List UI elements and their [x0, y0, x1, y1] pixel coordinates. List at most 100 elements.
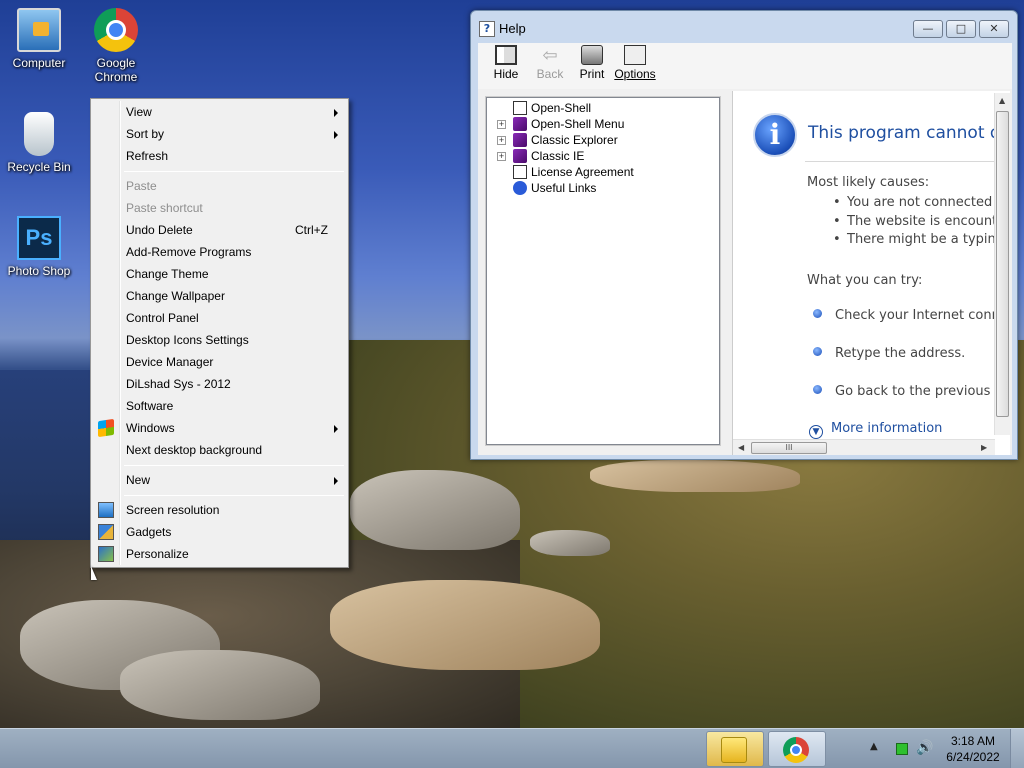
- show-hidden-icons-arrow[interactable]: ▲: [870, 741, 878, 752]
- hide-label: Hide: [493, 67, 519, 81]
- desktop-icon-recycle-bin[interactable]: Recycle Bin: [1, 112, 77, 174]
- web-link-icon: [513, 181, 527, 195]
- tree-item-label: License Agreement: [531, 165, 634, 179]
- wallpaper-rock: [590, 460, 800, 492]
- scroll-up-arrow-icon[interactable]: ▲: [999, 96, 1005, 105]
- options-label: Options: [614, 67, 656, 81]
- contents-tree: Open-Shell + Open-Shell Menu + Classic E…: [486, 97, 720, 445]
- menu-item-label: Paste: [126, 179, 157, 193]
- print-button[interactable]: Print: [570, 45, 614, 81]
- menu-item-screen-resolution[interactable]: Screen resolution: [93, 499, 346, 521]
- desktop-icon-chrome[interactable]: Google Chrome: [78, 8, 154, 84]
- menu-item-sort-by[interactable]: Sort by: [93, 123, 346, 145]
- try-item: Retype the address.: [835, 346, 966, 361]
- expand-down-icon: ▼: [809, 425, 823, 439]
- menu-item-refresh[interactable]: Refresh: [93, 145, 346, 167]
- window-title: Help: [499, 21, 526, 36]
- volume-icon[interactable]: 🔊: [916, 740, 933, 756]
- horizontal-scrollbar[interactable]: ◀ III ▶: [733, 439, 995, 455]
- taskbar-folder-button[interactable]: [706, 731, 764, 767]
- options-button[interactable]: Options: [613, 45, 657, 81]
- menu-item-label: Sort by: [126, 127, 165, 141]
- computer-icon: [17, 8, 61, 52]
- menu-item-next-desktop-background[interactable]: Next desktop background: [93, 439, 346, 461]
- desktop-icon-computer[interactable]: Computer: [1, 8, 77, 70]
- hide-button[interactable]: Hide: [484, 45, 528, 81]
- horizontal-scroll-thumb[interactable]: III: [751, 442, 827, 454]
- menu-item-change-theme[interactable]: Change Theme: [93, 263, 346, 285]
- scroll-left-arrow-icon[interactable]: ◀: [738, 443, 744, 452]
- menu-item-desktop-icons-settings[interactable]: Desktop Icons Settings: [93, 329, 346, 351]
- desktop-icon-label: Google Chrome: [94, 56, 138, 84]
- vertical-scroll-thumb[interactable]: [996, 111, 1009, 417]
- menu-item-windows[interactable]: Windows: [93, 417, 346, 439]
- cause-item: You are not connected t: [833, 195, 1001, 210]
- gadgets-icon: [98, 524, 114, 540]
- taskbar-chrome-button[interactable]: [768, 731, 826, 767]
- menu-item-label: Refresh: [126, 149, 169, 163]
- scroll-right-arrow-icon[interactable]: ▶: [981, 443, 987, 452]
- back-arrow-icon: ⇦: [542, 45, 558, 65]
- menu-item-paste-shortcut[interactable]: Paste shortcut: [93, 197, 346, 219]
- help-window: ? Help — □ ✕ Hide ⇦ Back Print Options O…: [470, 10, 1018, 460]
- print-label: Print: [579, 67, 605, 81]
- clock-time: 3:18 AM: [950, 734, 996, 748]
- menu-item-label: DiLshad Sys - 2012: [126, 377, 231, 391]
- menu-item-label: Change Theme: [126, 267, 209, 281]
- help-panes: Open-Shell + Open-Shell Menu + Classic E…: [478, 89, 1012, 455]
- expand-icon[interactable]: +: [497, 152, 506, 161]
- menu-item-gadgets[interactable]: Gadgets: [93, 521, 346, 543]
- menu-item-view[interactable]: View: [93, 101, 346, 123]
- back-label: Back: [536, 67, 564, 81]
- minimize-button[interactable]: —: [913, 20, 943, 38]
- menu-item-label: Desktop Icons Settings: [126, 333, 249, 347]
- menu-item-new[interactable]: New: [93, 469, 346, 491]
- folder-icon: [721, 737, 747, 763]
- tree-item-label: Open-Shell: [531, 101, 592, 115]
- menu-item-label: Gadgets: [126, 525, 172, 539]
- help-icon: ?: [479, 21, 495, 37]
- close-button[interactable]: ✕: [979, 20, 1009, 38]
- page-icon: [513, 101, 527, 115]
- options-icon: [624, 45, 646, 65]
- info-icon: i: [753, 113, 797, 157]
- desktop-icon-photoshop[interactable]: Ps Photo Shop: [1, 216, 77, 278]
- help-content-pane: i This program cannot di Most likely cau…: [732, 91, 1010, 455]
- show-desktop-button[interactable]: [1010, 729, 1024, 768]
- printer-icon: [581, 45, 603, 65]
- menu-item-device-manager[interactable]: Device Manager: [93, 351, 346, 373]
- try-item: Go back to the previous p: [835, 384, 1003, 399]
- expand-icon[interactable]: +: [497, 136, 506, 145]
- menu-item-dilshad-sys[interactable]: DiLshad Sys - 2012: [93, 373, 346, 395]
- menu-item-label: Paste shortcut: [126, 201, 203, 215]
- mouse-cursor-icon: [91, 566, 97, 580]
- menu-item-personalize[interactable]: Personalize: [93, 543, 346, 565]
- vertical-scrollbar[interactable]: ▲: [994, 93, 1010, 435]
- expand-icon[interactable]: +: [497, 120, 506, 129]
- recycle-bin-icon: [24, 112, 54, 156]
- divider: [805, 161, 1005, 162]
- menu-item-change-wallpaper[interactable]: Change Wallpaper: [93, 285, 346, 307]
- screen-resolution-icon: [98, 502, 114, 518]
- windows-logo-icon: [98, 418, 114, 438]
- cause-item: There might be a typing: [833, 232, 1004, 247]
- clock[interactable]: 3:18 AM 6/24/2022: [938, 733, 1008, 765]
- menu-item-undo-delete[interactable]: Undo Delete Ctrl+Z: [93, 219, 346, 241]
- back-button[interactable]: ⇦ Back: [528, 45, 572, 81]
- tree-item-label: Classic IE: [531, 149, 585, 163]
- network-icon[interactable]: [896, 743, 908, 755]
- menu-separator: [124, 495, 344, 496]
- menu-item-control-panel[interactable]: Control Panel: [93, 307, 346, 329]
- menu-item-label: Software: [126, 399, 174, 413]
- wallpaper-rock: [120, 650, 320, 720]
- menu-item-paste[interactable]: Paste: [93, 175, 346, 197]
- more-information-link[interactable]: ▼ More information: [809, 421, 942, 439]
- tree-item-label: Open-Shell Menu: [531, 117, 625, 131]
- menu-item-add-remove-programs[interactable]: Add-Remove Programs: [93, 241, 346, 263]
- menu-item-label: Screen resolution: [126, 503, 220, 517]
- menu-item-software[interactable]: Software: [93, 395, 346, 417]
- personalize-icon: [98, 546, 114, 562]
- maximize-button[interactable]: □: [946, 20, 976, 38]
- book-icon: [513, 149, 527, 163]
- submenu-arrow-icon: [334, 425, 338, 433]
